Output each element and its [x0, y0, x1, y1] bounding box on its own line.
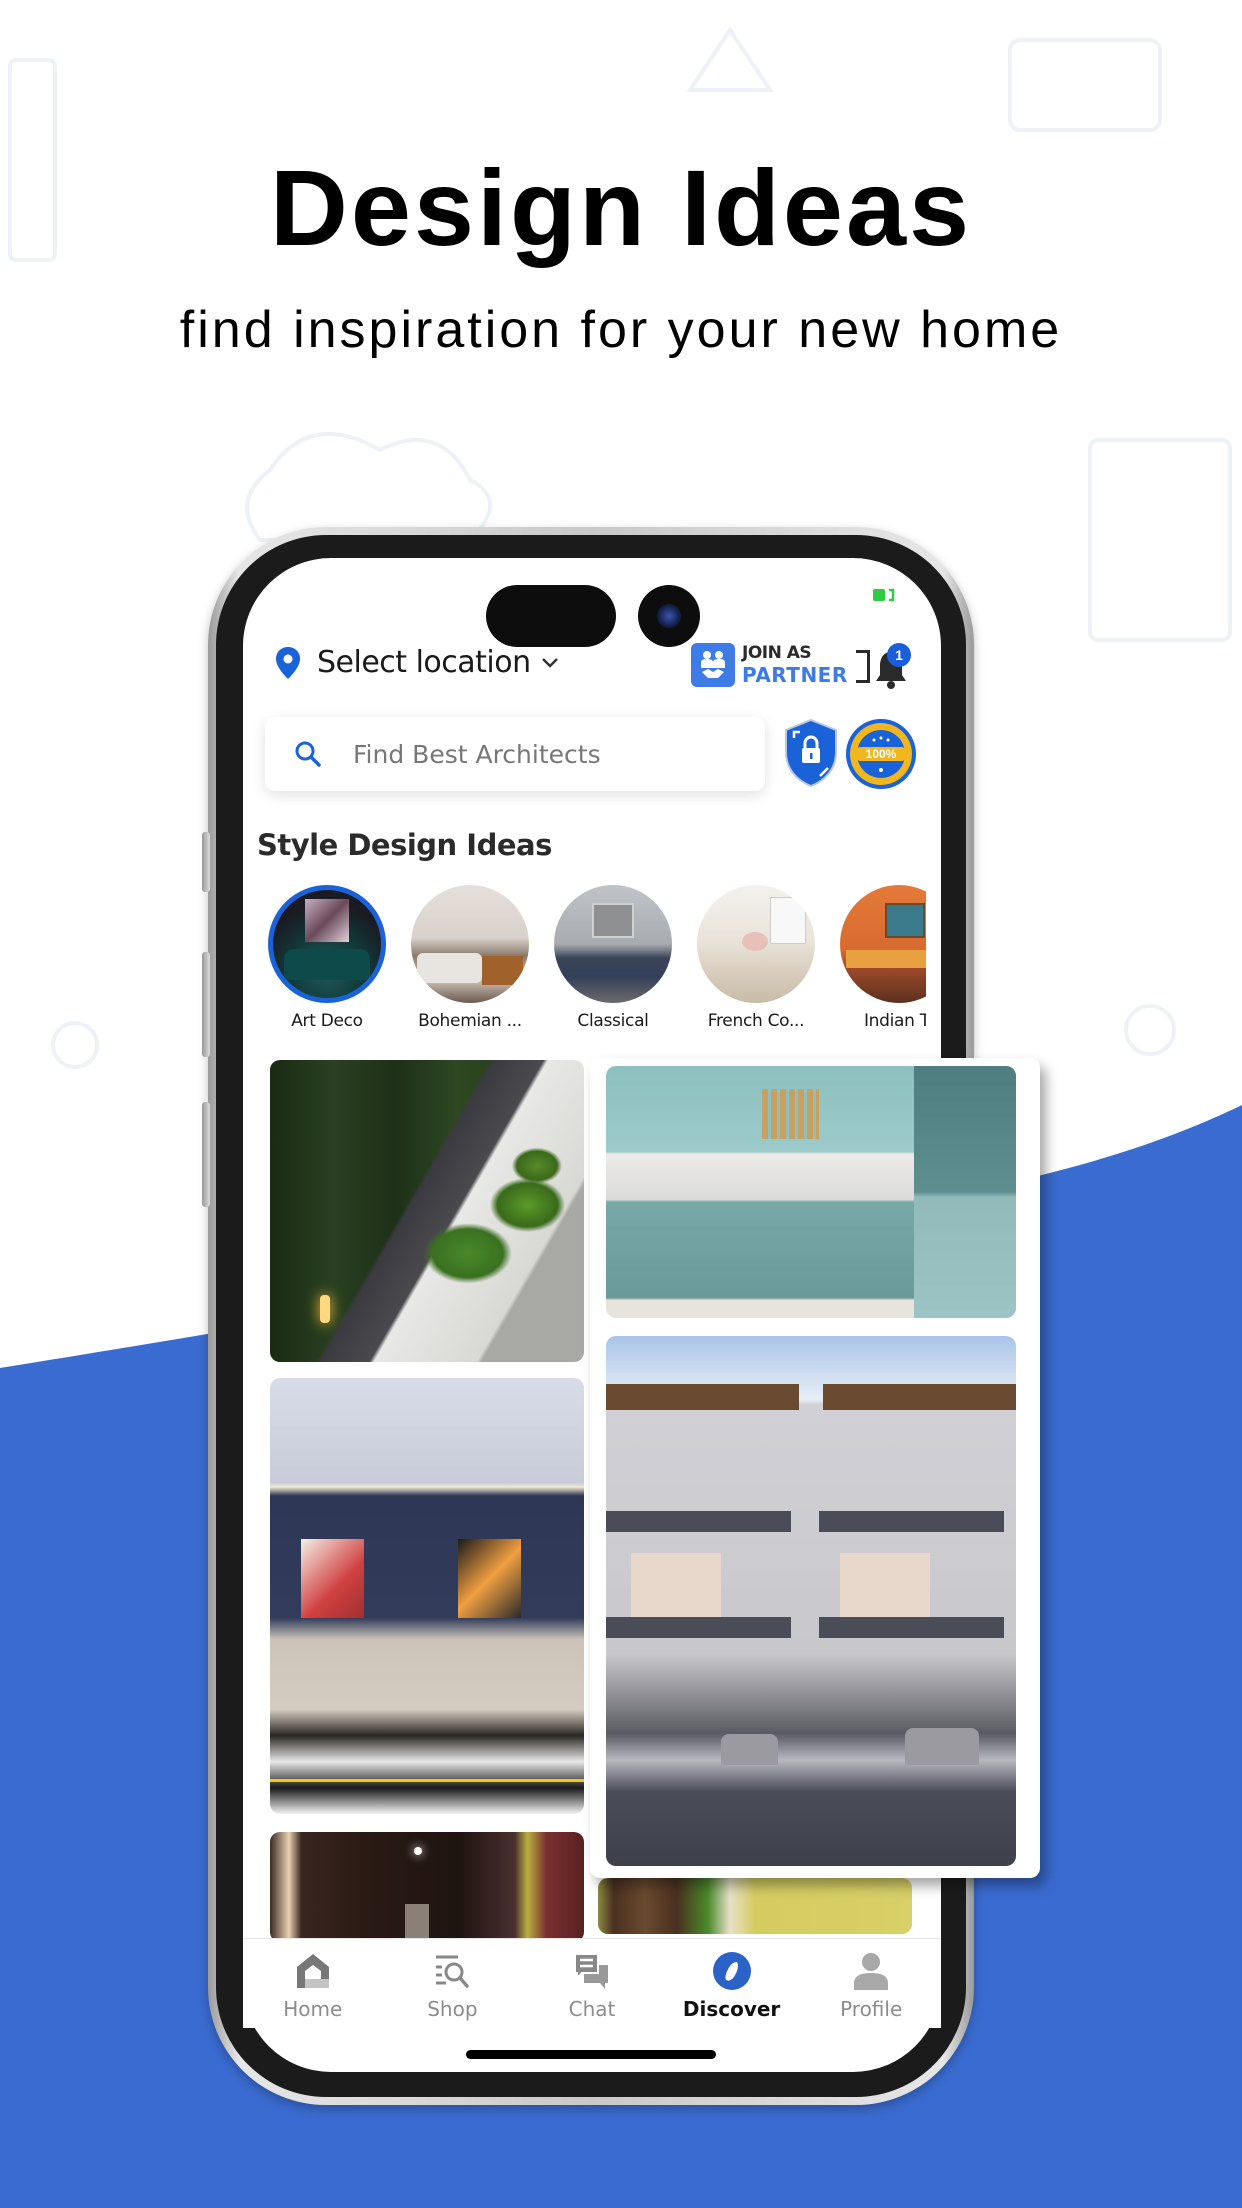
partner-label-top: JOIN AS	[742, 643, 812, 663]
painting-left	[301, 1539, 365, 1618]
search-icon	[295, 741, 321, 767]
nav-item-shop[interactable]: Shop	[383, 1939, 523, 2028]
join-as-partner-button[interactable]: JOIN AS PARTNER	[691, 643, 870, 687]
style-thumbnail	[554, 885, 672, 1003]
nav-item-discover[interactable]: Discover	[662, 1939, 802, 2028]
nav-label: Discover	[682, 1997, 781, 2021]
balcony-right	[819, 1510, 1004, 1533]
style-item-french-country[interactable]: French Co...	[697, 885, 815, 1035]
battery-charging-icon	[873, 588, 895, 602]
style-label: Art Deco	[291, 1011, 363, 1031]
gallery-tile-townhouse-facade[interactable]	[606, 1336, 1016, 1866]
ledge-right	[819, 1616, 1004, 1639]
gallery-tile-living-room[interactable]	[270, 1378, 584, 1814]
style-carousel[interactable]: Art Deco Bohemian ... Classical French C…	[268, 885, 926, 1035]
volume-up-button	[202, 952, 210, 1057]
location-selector[interactable]: Select location	[275, 645, 559, 680]
partner-bracket	[855, 650, 870, 683]
style-label: Classical	[577, 1011, 649, 1031]
bottom-navigation: Home Shop Chat Discover Profile	[243, 1938, 941, 2028]
nav-item-profile[interactable]: Profile	[801, 1939, 941, 2028]
garden-lamp	[320, 1295, 330, 1323]
nav-label: Shop	[427, 1997, 478, 2021]
shop-search-icon	[436, 1955, 470, 1988]
ceiling-light	[414, 1847, 423, 1856]
handshake-icon	[691, 643, 735, 687]
notification-badge: 1	[887, 643, 911, 667]
style-thumbnail	[697, 885, 815, 1003]
nav-label: Profile	[840, 1997, 903, 2021]
style-thumbnail	[840, 885, 926, 1003]
volume-down-button	[202, 1102, 210, 1207]
style-item-classical[interactable]: Classical	[554, 885, 672, 1035]
camera-icon	[638, 585, 700, 647]
nav-label: Home	[283, 1997, 343, 2021]
search-bar[interactable]	[265, 717, 765, 791]
nav-item-home[interactable]: Home	[243, 1939, 383, 2028]
chevron-down-icon	[541, 657, 558, 668]
satisfaction-badge-icon: 100%	[846, 719, 916, 789]
section-title: Style Design Ideas	[257, 828, 552, 862]
style-item-indian-traditional[interactable]: Indian Tr	[840, 885, 926, 1035]
gallery-tile-dark-corridor[interactable]	[270, 1832, 584, 1942]
balcony-left	[606, 1510, 791, 1533]
hero-title: Design Ideas	[269, 147, 973, 268]
hero-subtitle: find inspiration for your new home	[179, 301, 1063, 359]
tall-cabinet	[913, 1066, 1016, 1318]
gallery-tile-teal-kitchen[interactable]	[606, 1066, 1016, 1318]
map-pin-icon	[276, 646, 300, 679]
partner-label-bottom: PARTNER	[742, 663, 848, 687]
gallery-tile-garden-pathway[interactable]	[270, 1060, 584, 1362]
style-label: Indian Tr	[863, 1011, 926, 1031]
compass-icon	[712, 1952, 751, 1990]
pergola-left	[606, 1383, 799, 1411]
search-input[interactable]	[353, 739, 733, 769]
pergola-right	[823, 1383, 1016, 1411]
style-thumbnail	[268, 885, 386, 1003]
profile-icon	[854, 1953, 889, 1990]
shield-lock-icon	[785, 718, 837, 788]
gallery-tile-living-space-decor[interactable]	[598, 1878, 912, 1934]
dynamic-island	[486, 585, 616, 647]
home-indicator[interactable]	[466, 2050, 716, 2059]
nav-item-chat[interactable]: Chat	[522, 1939, 662, 2028]
style-thumbnail	[411, 885, 529, 1003]
action-button	[202, 832, 210, 892]
style-label: Bohemian ...	[418, 1011, 522, 1031]
car	[720, 1733, 779, 1766]
location-label: Select location	[317, 645, 531, 680]
painting-right	[458, 1539, 522, 1618]
wall-art	[405, 1903, 430, 1942]
style-item-art-deco[interactable]: Art Deco	[268, 885, 386, 1035]
style-item-bohemian[interactable]: Bohemian ...	[411, 885, 529, 1035]
accent-line	[270, 1779, 584, 1783]
satisfaction-text: 100%	[866, 747, 897, 761]
ledge-left	[606, 1616, 791, 1639]
nav-label: Chat	[568, 1997, 616, 2021]
chat-icon	[573, 1953, 608, 1989]
glass-cabinet	[761, 1088, 820, 1140]
style-label: French Co...	[707, 1011, 805, 1031]
car	[905, 1728, 980, 1766]
home-icon	[296, 1954, 329, 1988]
